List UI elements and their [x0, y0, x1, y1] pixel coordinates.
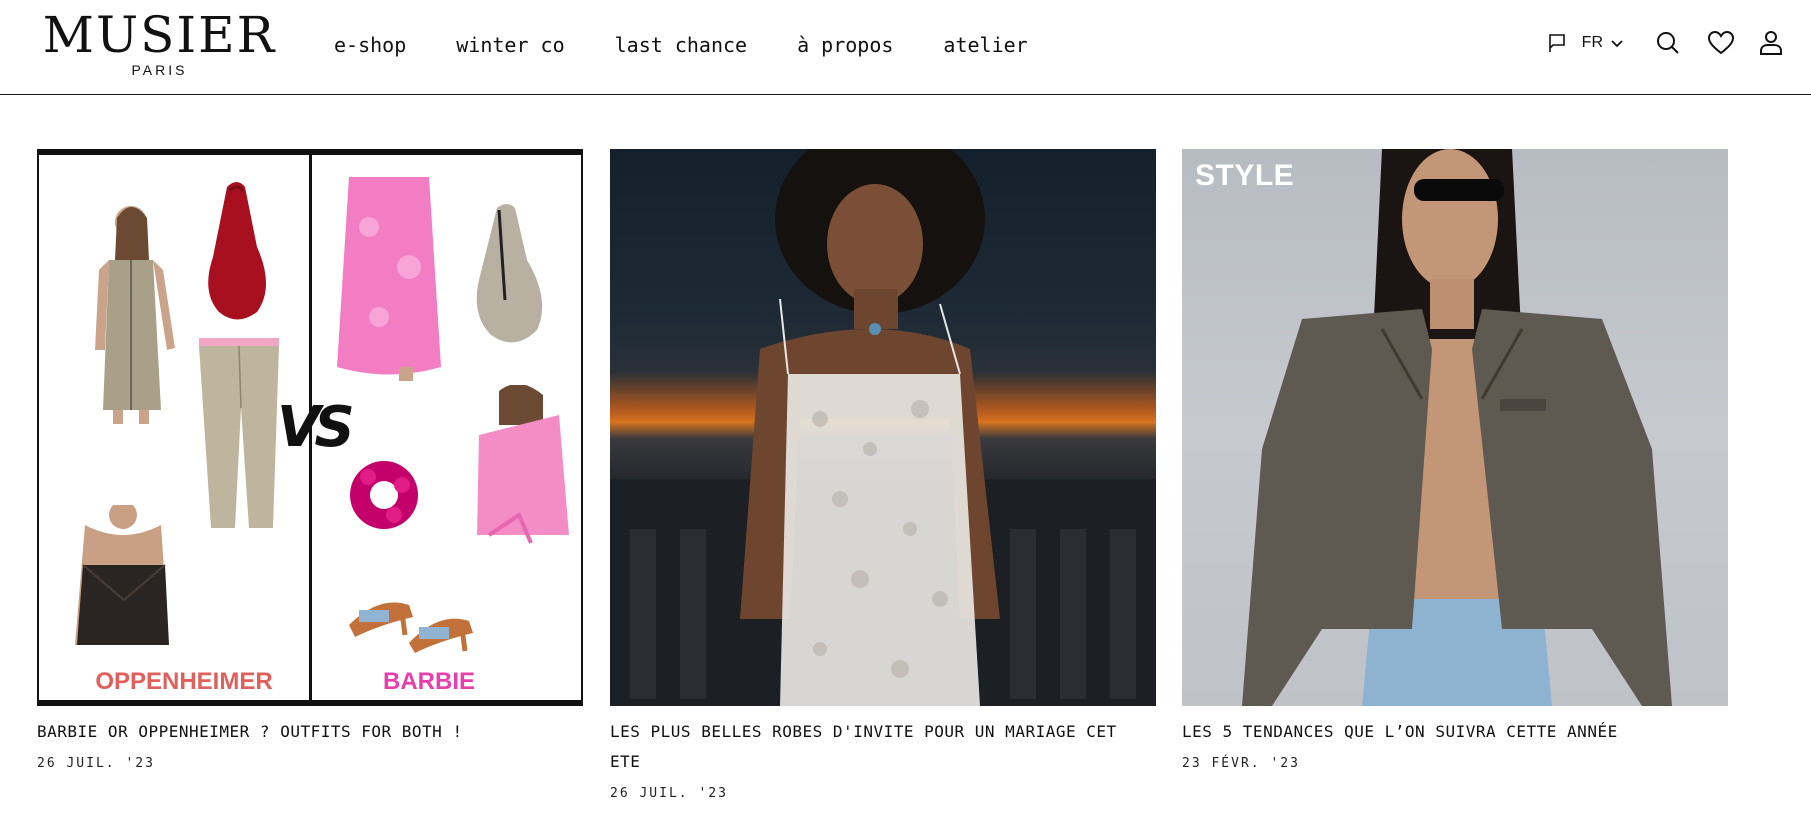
trousers-image [199, 338, 279, 528]
grey-bag-image [476, 204, 543, 343]
article-image-barbie-vs-oppenheimer[interactable]: VS OPPENHEIMER BARBIE [37, 149, 583, 706]
heeled-mules-image [349, 602, 473, 653]
pink-skirt-image [337, 177, 441, 381]
black-lace-top-image [75, 505, 169, 645]
article-card[interactable]: VS OPPENHEIMER BARBIE BARBIE OR OPPENHEI… [37, 149, 583, 771]
article-image-lace-dress[interactable] [610, 149, 1156, 706]
article-image-leather-jacket[interactable]: STYLE [1182, 149, 1728, 706]
nav-item-last-chance[interactable]: last chance [615, 32, 747, 58]
oppenheimer-caption: OPPENHEIMER [95, 668, 273, 695]
search-icon[interactable] [1655, 30, 1681, 56]
vest-dress-image [95, 206, 175, 424]
flag-icon[interactable] [1546, 32, 1568, 54]
logo[interactable]: MUSIER PARIS [37, 10, 282, 78]
article-date: 23 FÉVR. '23 [1182, 756, 1300, 771]
article-card[interactable]: LES PLUS BELLES ROBES D'INVITE POUR UN M… [610, 149, 1156, 801]
article-date: 26 JUIL. '23 [610, 786, 728, 801]
article-title[interactable]: BARBIE OR OPPENHEIMER ? OUTFITS FOR BOTH… [37, 717, 583, 747]
vs-text: VS [277, 395, 355, 460]
scrunchie-image [350, 461, 418, 529]
article-date: 26 JUIL. '23 [37, 756, 155, 771]
chevron-down-icon[interactable] [1609, 35, 1625, 51]
logo-wordmark: MUSIER [42, 6, 277, 64]
main-nav: e-shop winter co last chance à propos at… [334, 32, 1078, 58]
nav-item-winter-co[interactable]: winter co [456, 32, 564, 58]
nav-item-atelier[interactable]: atelier [943, 32, 1027, 58]
heart-icon[interactable] [1707, 29, 1735, 57]
logo-subtitle: PARIS [131, 62, 188, 78]
barbie-caption: BARBIE [382, 668, 475, 695]
pink-one-shoulder-top-image [477, 385, 569, 544]
user-icon[interactable] [1759, 30, 1783, 56]
red-bag-image [208, 182, 266, 320]
nav-item-e-shop[interactable]: e-shop [334, 32, 406, 58]
article-title[interactable]: LES 5 TENDANCES QUE L’ON SUIVRA CETTE AN… [1182, 717, 1728, 747]
lace-dress-photo [610, 149, 1156, 706]
nav-item-a-propos[interactable]: à propos [797, 32, 893, 58]
leather-jacket-photo [1242, 149, 1672, 706]
article-title[interactable]: LES PLUS BELLES ROBES D'INVITE POUR UN M… [610, 717, 1156, 777]
site-header: MUSIER PARIS e-shop winter co last chanc… [0, 0, 1811, 95]
language-selector[interactable]: FR [1582, 34, 1603, 52]
article-card[interactable]: STYLE LES 5 TENDANCES QUE L’ON SUIVRA CE… [1182, 149, 1728, 771]
header-tools: FR [1546, 28, 1783, 58]
style-label: STYLE [1195, 159, 1295, 192]
